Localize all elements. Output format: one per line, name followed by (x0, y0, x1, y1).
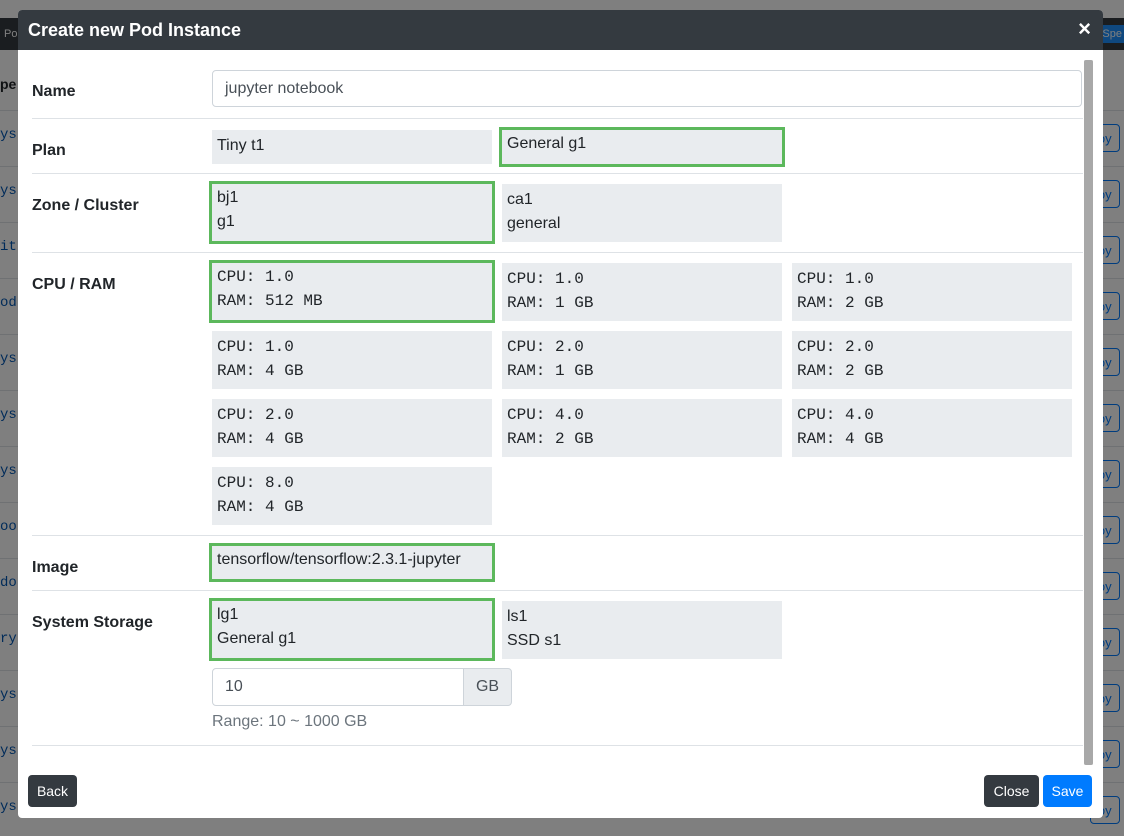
option-secondary-text: RAM: 2 GB (507, 430, 594, 448)
storage-size-unit: GB (463, 668, 512, 706)
option-secondary-text: RAM: 2 GB (797, 294, 884, 312)
option-secondary-text: SSD s1 (507, 632, 562, 649)
name-row: Name jupyter notebook (32, 60, 1083, 119)
option-primary-text: CPU: 8.0 (217, 474, 294, 492)
option-secondary-text: RAM: 4 GB (797, 430, 884, 448)
storage-row: System Storage lg1 General g1 ls1 SSD s1 1… (32, 590, 1083, 746)
cpu-ram-option[interactable]: CPU: 4.0 RAM: 4 GB (792, 399, 1072, 457)
name-label: Name (32, 83, 76, 100)
cpu-ram-option[interactable]: CPU: 8.0 RAM: 4 GB (212, 467, 492, 525)
cpu-ram-option[interactable]: CPU: 1.0 RAM: 4 GB (212, 331, 492, 389)
zone-row: Zone / Cluster bj1 g1 ca1 general (32, 173, 1083, 253)
storage-option-lg1[interactable]: lg1 General g1 (209, 598, 495, 661)
option-secondary-text: RAM: 512 MB (217, 292, 323, 310)
option-secondary-text: General g1 (217, 630, 297, 647)
image-option-tensorflow[interactable]: tensorflow/tensorflow:2.3.1-jupyter (209, 543, 495, 582)
plan-row: Plan Tiny t1 General g1 (32, 118, 1083, 174)
option-secondary-text: general (507, 215, 561, 232)
image-row: Image tensorflow/tensorflow:2.3.1-jupyte… (32, 535, 1083, 591)
cpu-ram-label: CPU / RAM (32, 276, 116, 293)
option-primary-text: Tiny t1 (217, 137, 265, 154)
modal-scrollbar-thumb[interactable] (1084, 60, 1093, 765)
option-primary-text: CPU: 4.0 (507, 406, 584, 424)
save-button[interactable]: Save (1043, 775, 1092, 807)
option-primary-text: CPU: 2.0 (217, 406, 294, 424)
zone-label: Zone / Cluster (32, 197, 139, 214)
option-primary-text: CPU: 1.0 (507, 270, 584, 288)
modal-header: Create new Pod Instance × (18, 10, 1103, 50)
zone-option-bj1[interactable]: bj1 g1 (209, 181, 495, 244)
plan-option-tiny-t1[interactable]: Tiny t1 (212, 130, 492, 164)
option-primary-text: bj1 (217, 189, 239, 206)
option-secondary-text: g1 (217, 213, 235, 230)
zone-option-ca1[interactable]: ca1 general (502, 184, 782, 242)
close-icon[interactable]: × (1078, 18, 1091, 40)
storage-label: System Storage (32, 614, 153, 631)
option-secondary-text: RAM: 4 GB (217, 430, 304, 448)
cpu-ram-option[interactable]: CPU: 1.0 RAM: 1 GB (502, 263, 782, 321)
storage-size-input[interactable]: 10 (212, 668, 464, 706)
option-primary-text: CPU: 1.0 (217, 338, 294, 356)
cpu-ram-option[interactable]: CPU: 2.0 RAM: 1 GB (502, 331, 782, 389)
option-primary-text: General g1 (507, 135, 587, 152)
option-primary-text: CPU: 1.0 (217, 268, 294, 286)
cpu-ram-option[interactable]: CPU: 4.0 RAM: 2 GB (502, 399, 782, 457)
option-primary-text: ca1 (507, 191, 533, 208)
option-primary-text: CPU: 4.0 (797, 406, 874, 424)
option-primary-text: ls1 (507, 608, 528, 625)
option-secondary-text: RAM: 2 GB (797, 362, 884, 380)
option-primary-text: CPU: 2.0 (797, 338, 874, 356)
plan-label: Plan (32, 142, 66, 159)
cpu-ram-option[interactable]: CPU: 2.0 RAM: 2 GB (792, 331, 1072, 389)
close-button[interactable]: Close (984, 775, 1039, 807)
option-primary-text: CPU: 2.0 (507, 338, 584, 356)
storage-option-ls1[interactable]: ls1 SSD s1 (502, 601, 782, 659)
option-secondary-text: RAM: 1 GB (507, 294, 594, 312)
modal-body: Name jupyter notebook Plan Tiny t1 Gener… (32, 60, 1083, 765)
modal-scrollbar[interactable] (1084, 60, 1093, 765)
modal-title: Create new Pod Instance (28, 20, 242, 40)
option-secondary-text: RAM: 4 GB (217, 498, 304, 516)
name-input[interactable]: jupyter notebook (212, 70, 1082, 107)
option-secondary-text: RAM: 4 GB (217, 362, 304, 380)
cpu-ram-option[interactable]: CPU: 1.0 RAM: 2 GB (792, 263, 1072, 321)
cpu-ram-row: CPU / RAM CPU: 1.0 RAM: 512 MB CPU: 1.0 RA… (32, 252, 1083, 536)
storage-range-hint: Range: 10 ~ 1000 GB (212, 713, 368, 730)
create-pod-modal: Create new Pod Instance × Name jupyter n… (18, 10, 1103, 818)
storage-size-group: 10 GB (212, 668, 512, 706)
option-primary-text: lg1 (217, 606, 239, 623)
plan-option-general-g1[interactable]: General g1 (499, 127, 785, 167)
cpu-ram-option[interactable]: CPU: 1.0 RAM: 512 MB (209, 260, 495, 323)
option-primary-text: CPU: 1.0 (797, 270, 874, 288)
image-label: Image (32, 559, 79, 576)
option-secondary-text: RAM: 1 GB (507, 362, 594, 380)
back-button[interactable]: Back (28, 775, 77, 807)
cpu-ram-option[interactable]: CPU: 2.0 RAM: 4 GB (212, 399, 492, 457)
option-primary-text: tensorflow/tensorflow:2.3.1-jupyter (217, 551, 461, 568)
